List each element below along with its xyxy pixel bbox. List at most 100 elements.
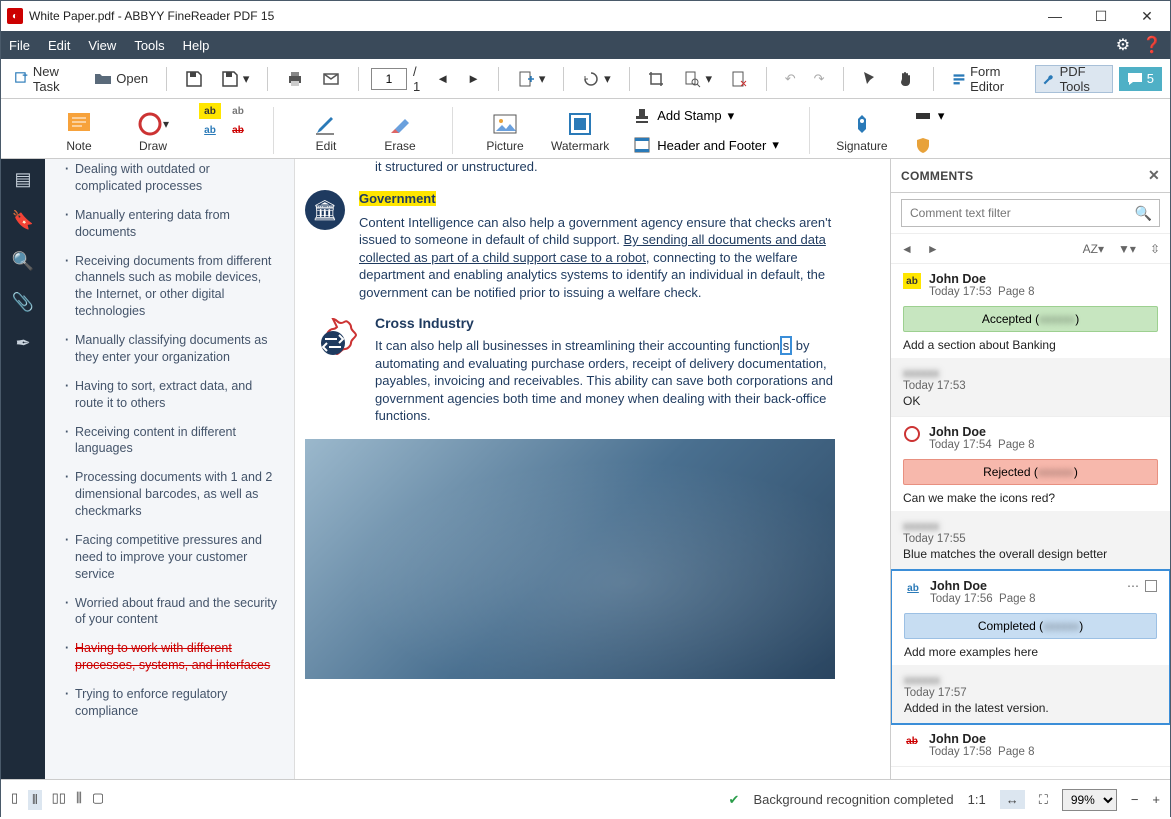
form-editor-button[interactable]: Form Editor	[946, 65, 1029, 93]
signature-icon	[849, 111, 875, 137]
comment-item[interactable]: ab John Doe Today 17:53 Page 8Accepted (…	[891, 264, 1170, 417]
redo-button[interactable]: ↷	[808, 65, 831, 93]
signature-tool[interactable]: Signature	[834, 103, 890, 158]
status-bar: ▯ ⫴ ▯▯ ⫼ ▢ ✔ Background recognition comp…	[1, 779, 1170, 819]
ratio-label[interactable]: 1:1	[968, 792, 986, 807]
erase-tool[interactable]: Erase	[372, 103, 428, 158]
redact-dropdown[interactable]: ▾	[908, 103, 951, 129]
signature-panel-icon[interactable]: ✒	[15, 333, 30, 354]
comment-item[interactable]: John Doe Today 17:54 Page 8Rejected (xxx…	[891, 417, 1170, 570]
comments-toggle-button[interactable]: 5	[1119, 67, 1162, 91]
maximize-button[interactable]: ☐	[1078, 1, 1124, 31]
undo-button[interactable]: ↶	[779, 65, 802, 93]
picture-tool[interactable]: Picture	[477, 103, 533, 158]
comment-author: John Doe	[929, 732, 1158, 746]
government-section: 🏛 Government Content Intelligence can al…	[305, 190, 864, 301]
text-tool-b[interactable]: ab	[227, 103, 249, 119]
cross-industry-icon	[305, 315, 361, 371]
close-button[interactable]: ✕	[1124, 1, 1170, 31]
reply-text: Added in the latest version.	[904, 701, 1157, 715]
header-footer-dropdown[interactable]: Header and Footer ▾	[627, 133, 785, 159]
save-icon	[185, 70, 203, 88]
menu-help[interactable]: Help	[183, 38, 210, 53]
picture-icon	[492, 111, 518, 137]
view-two-cont-icon[interactable]: ⫼	[76, 790, 82, 810]
close-comments-icon[interactable]: ✕	[1148, 167, 1160, 184]
menu-file[interactable]: File	[9, 38, 30, 53]
sort-az-icon[interactable]: AZ▾	[1083, 242, 1104, 256]
search-panel-icon[interactable]: 🔍	[12, 251, 34, 272]
comment-status-badge: Rejected (xxxxxx)	[903, 459, 1158, 485]
menu-view[interactable]: View	[88, 38, 116, 53]
zoom-out-icon[interactable]: −	[1131, 792, 1139, 807]
open-button[interactable]: Open	[88, 65, 154, 93]
filter-icon[interactable]: ▼▾	[1118, 242, 1136, 256]
checkbox[interactable]	[1145, 580, 1157, 592]
email-button[interactable]	[316, 65, 346, 93]
zoom-in-icon[interactable]: +	[1152, 792, 1160, 807]
government-paragraph: Content Intelligence can also help a gov…	[359, 214, 864, 302]
help-icon[interactable]: ❓	[1142, 35, 1162, 55]
comment-filter-input[interactable]	[901, 199, 1160, 227]
note-tool[interactable]: Note	[51, 103, 107, 158]
add-stamp-dropdown[interactable]: Add Stamp ▾	[627, 103, 785, 129]
prev-page-button[interactable]: ◄	[430, 65, 455, 93]
print-icon	[286, 70, 304, 88]
new-task-button[interactable]: New Task	[9, 65, 82, 93]
save-button[interactable]	[179, 65, 209, 93]
search-page-button[interactable]: ▾	[677, 65, 718, 93]
document-content[interactable]: it structured or unstructured. 🏛 Governm…	[295, 159, 890, 779]
menu-edit[interactable]: Edit	[48, 38, 70, 53]
government-heading: Government	[359, 191, 436, 206]
fit-width-icon[interactable]: ↔	[1000, 790, 1025, 809]
prev-comment-icon[interactable]: ◄	[901, 242, 913, 256]
more-icon[interactable]: ⋯	[1127, 579, 1139, 593]
title-bar: ◐ White Paper.pdf - ABBYY FineReader PDF…	[1, 1, 1170, 31]
fit-page-icon[interactable]: ⛶	[1039, 792, 1048, 808]
text-style-group: ab ab ab ab	[199, 103, 249, 158]
pdf-tools-button[interactable]: PDF Tools	[1035, 65, 1113, 93]
next-page-button[interactable]: ►	[461, 65, 486, 93]
comment-item[interactable]: ab John Doe Today 17:56 Page 8⋯Completed…	[891, 569, 1170, 725]
watermark-tool[interactable]: Watermark	[551, 103, 609, 158]
view-single-icon[interactable]: ▯	[11, 790, 18, 810]
next-comment-icon[interactable]: ►	[927, 242, 939, 256]
view-continuous-icon[interactable]: ⫴	[28, 790, 41, 810]
comment-item[interactable]: ab John Doe Today 17:58 Page 8	[891, 724, 1170, 767]
underline-tool[interactable]: ab	[199, 122, 221, 138]
main-area: ▤ 🔖 🔍 📎 ✒ Dealing with outdated or compl…	[1, 159, 1170, 779]
page-number-input[interactable]	[371, 68, 407, 90]
edit-tool[interactable]: Edit	[298, 103, 354, 158]
view-two-page-icon[interactable]: ▯▯	[52, 790, 66, 810]
minimize-button[interactable]: —	[1032, 1, 1078, 31]
crop-button[interactable]	[641, 65, 671, 93]
gear-icon[interactable]: ⚙	[1116, 35, 1130, 55]
highlight-tool[interactable]: ab	[199, 103, 221, 119]
save-as-button[interactable]: ▾	[215, 65, 256, 93]
view-fullscreen-icon[interactable]: ▢	[92, 790, 104, 810]
comments-pane: COMMENTS ✕ 🔍 ◄ ► AZ▾ ▼▾ ⇳ ab John Doe To…	[890, 159, 1170, 779]
rotate-button[interactable]: ▾	[576, 65, 617, 93]
delete-page-button[interactable]	[724, 65, 754, 93]
stamp-icon	[633, 107, 651, 125]
bookmarks-panel-icon[interactable]: 🔖	[12, 210, 34, 231]
outline-item: Having to sort, extract data, and route …	[65, 378, 278, 412]
pointer-button[interactable]	[855, 65, 885, 93]
protect-button[interactable]	[908, 133, 951, 159]
search-icon[interactable]: 🔍	[1135, 205, 1152, 222]
comment-type-icon: ab	[903, 732, 921, 750]
menu-tools[interactable]: Tools	[134, 38, 164, 53]
comment-time: Today 17:54 Page 8	[929, 439, 1158, 451]
draw-tool[interactable]: ▾ Draw	[125, 103, 181, 158]
zoom-select[interactable]: 99%	[1062, 789, 1117, 811]
attachments-panel-icon[interactable]: 📎	[12, 292, 34, 313]
strikeout-tool[interactable]: ab	[227, 122, 249, 138]
comment-list[interactable]: ab John Doe Today 17:53 Page 8Accepted (…	[891, 264, 1170, 779]
add-page-button[interactable]: ▾	[511, 65, 552, 93]
outline-column: Dealing with outdated or complicated pro…	[45, 159, 295, 779]
pages-panel-icon[interactable]: ▤	[14, 169, 31, 190]
collapse-icon[interactable]: ⇳	[1150, 242, 1160, 256]
hand-button[interactable]	[891, 65, 921, 93]
comment-reply: xxxxxx Today 17:57 Added in the latest v…	[892, 665, 1169, 723]
print-button[interactable]	[280, 65, 310, 93]
